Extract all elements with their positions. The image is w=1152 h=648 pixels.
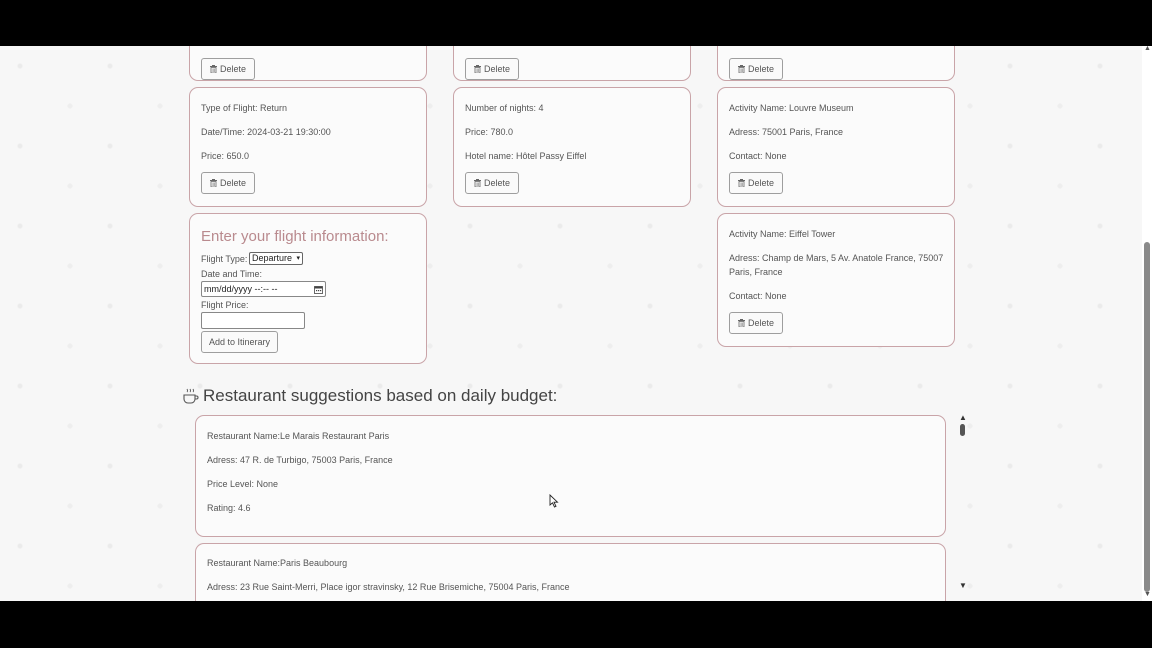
- flight-type-select[interactable]: Departure ▾: [249, 252, 303, 265]
- restaurant-price-level: Price Level: None: [207, 479, 279, 489]
- activity-contact: Contact: None: [729, 291, 787, 301]
- restaurant-name: Restaurant Name:Paris Beaubourg: [207, 558, 348, 568]
- form-title: Enter your flight information:: [201, 228, 389, 245]
- chevron-down-icon: ▾: [296, 255, 300, 262]
- delete-label: Delete: [483, 64, 510, 74]
- flight-type-label: Flight Type:: [201, 254, 248, 264]
- trash-icon: [473, 65, 481, 74]
- hotel-price: Price: 780.0: [465, 127, 514, 137]
- date-label: Date and Time:: [201, 269, 263, 279]
- restaurant-card-1: Restaurant Name:Le Marais Restaurant Par…: [195, 415, 946, 537]
- scroll-down-arrow-icon[interactable]: ▼: [1144, 591, 1151, 598]
- delete-button[interactable]: Delete: [729, 172, 783, 194]
- flight-form-card: Enter your flight information: Flight Ty…: [189, 213, 427, 364]
- restaurant-address: Adress: 47 R. de Turbigo, 75003 Paris, F…: [207, 455, 393, 465]
- trash-icon: [473, 179, 481, 188]
- delete-button[interactable]: Delete: [465, 58, 519, 80]
- flight-datetime: Date/Time: 2024-03-21 19:30:00: [201, 127, 331, 137]
- scroll-up-arrow-icon[interactable]: ▲: [959, 413, 967, 422]
- restaurant-list-scroll-thumb[interactable]: [960, 424, 965, 436]
- hotel-nights: Number of nights: 4: [465, 103, 544, 113]
- page-scrollbar[interactable]: ▲ ▼: [1142, 46, 1152, 601]
- delete-button[interactable]: Delete: [201, 58, 255, 80]
- restaurant-rating: Rating: 4.6: [207, 503, 251, 513]
- restaurant-address: Adress: 23 Rue Saint-Merri, Place igor s…: [207, 582, 570, 592]
- activity-name: Activity Name: Louvre Museum: [729, 103, 854, 113]
- flight-price: Price: 650.0: [201, 151, 250, 161]
- activity-card-eiffel: Activity Name: Eiffel Tower Adress: Cham…: [717, 213, 955, 347]
- delete-label: Delete: [747, 64, 774, 74]
- restaurants-heading: Restaurant suggestions based on daily bu…: [203, 386, 558, 405]
- delete-button[interactable]: Delete: [729, 312, 783, 334]
- delete-label: Delete: [747, 318, 774, 328]
- delete-label: Delete: [219, 64, 246, 74]
- page-scroll-thumb[interactable]: [1144, 242, 1150, 592]
- restaurant-name: Restaurant Name:Le Marais Restaurant Par…: [207, 431, 390, 441]
- restaurant-card-2: Restaurant Name:Paris Beaubourg Adress: …: [195, 543, 946, 601]
- activity-name: Activity Name: Eiffel Tower: [729, 229, 836, 239]
- flight-price-input[interactable]: [201, 312, 305, 329]
- scroll-down-arrow-icon[interactable]: ▼: [959, 581, 967, 590]
- hotel-card: Number of nights: 4 Price: 780.0 Hotel n…: [453, 87, 691, 207]
- activity-card-louvre: Activity Name: Louvre Museum Adress: 750…: [717, 87, 955, 207]
- mouse-cursor-icon: [549, 493, 559, 513]
- activity-address-line2: Paris, France: [729, 267, 783, 277]
- delete-label: Delete: [219, 178, 246, 188]
- restaurant-list-scrollbar[interactable]: ▲ ▼: [958, 413, 968, 591]
- activity-contact: Contact: None: [729, 151, 787, 161]
- calendar-icon[interactable]: [314, 284, 323, 298]
- flight-card-top: Delete: [189, 46, 427, 81]
- hotel-card-top: Delete: [453, 46, 691, 81]
- activity-address-line1: Adress: Champ de Mars, 5 Av. Anatole Fra…: [729, 253, 944, 263]
- hotel-name: Hotel name: Hôtel Passy Eiffel: [465, 151, 587, 161]
- page-viewport: Delete Delete Delete Type of Flight: Ret…: [0, 46, 1152, 601]
- price-label: Flight Price:: [201, 300, 249, 310]
- coffee-cup-icon: [182, 388, 199, 410]
- date-time-input[interactable]: mm/dd/yyyy --:-- --: [201, 281, 326, 297]
- delete-label: Delete: [747, 178, 774, 188]
- delete-label: Delete: [483, 178, 510, 188]
- delete-button[interactable]: Delete: [729, 58, 783, 80]
- trash-icon: [737, 179, 745, 188]
- add-to-itinerary-button[interactable]: Add to Itinerary: [201, 331, 278, 353]
- flight-type-value: Departure: [252, 253, 293, 263]
- activity-card-top: Delete: [717, 46, 955, 81]
- delete-button[interactable]: Delete: [465, 172, 519, 194]
- date-placeholder: mm/dd/yyyy --:-- --: [204, 284, 278, 294]
- flight-type: Type of Flight: Return: [201, 103, 288, 113]
- delete-button[interactable]: Delete: [201, 172, 255, 194]
- scroll-up-arrow-icon[interactable]: ▲: [1144, 46, 1151, 52]
- trash-icon: [209, 179, 217, 188]
- add-label: Add to Itinerary: [208, 337, 271, 347]
- flight-card: Type of Flight: Return Date/Time: 2024-0…: [189, 87, 427, 207]
- activity-address: Adress: 75001 Paris, France: [729, 127, 844, 137]
- trash-icon: [737, 65, 745, 74]
- trash-icon: [737, 319, 745, 328]
- trash-icon: [209, 65, 217, 74]
